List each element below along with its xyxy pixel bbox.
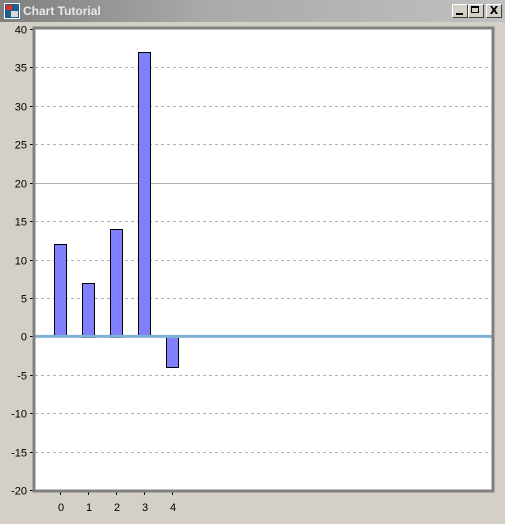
minimize-button[interactable] [452,4,468,18]
y-axis-ticks: -20 -15 -10 -5 0 5 10 15 20 25 30 35 40 [11,25,35,498]
close-icon: X [489,4,499,17]
plot-area [35,29,492,490]
window-title: Chart Tutorial [23,4,101,18]
y-tick-label: 5 [21,294,27,306]
y-tick-label: -5 [17,371,27,383]
y-tick-label: 40 [15,25,27,37]
bar [110,229,123,338]
x-tick-label: 2 [114,502,120,514]
bar [138,52,151,337]
bar [54,244,67,337]
bar [166,336,179,368]
x-tick-label: 4 [170,502,176,514]
bar-chart: -20 -15 -10 -5 0 5 10 15 20 25 30 35 40 0 1 2 3 4 [11,25,495,514]
app-icon[interactable] [4,3,20,19]
y-tick-label: 20 [15,179,27,191]
y-tick-label: 15 [15,217,27,229]
y-tick-label: 25 [15,140,27,152]
minimize-icon [456,13,463,15]
maximize-button[interactable] [468,4,484,18]
y-tick-label: -15 [11,448,27,460]
y-tick-label: 35 [15,63,27,75]
y-tick-label: -20 [11,486,27,498]
y-tick-label: -10 [11,409,27,421]
chart-tutorial-window: Chart Tutorial X -20 -15 -10 -5 0 5 10 15 20 25 30… [0,0,505,524]
x-tick-label: 3 [142,502,148,514]
close-button[interactable]: X [486,4,502,18]
x-tick-label: 0 [58,502,64,514]
y-tick-label: 30 [15,102,27,114]
x-axis-ticks: 0 1 2 3 4 [58,490,176,514]
y-tick-label: 0 [21,332,27,344]
y-tick-label: 10 [15,256,27,268]
title-bar[interactable]: Chart Tutorial X [0,0,505,22]
maximize-icon [471,6,479,13]
x-tick-label: 1 [86,502,92,514]
bar [82,283,95,338]
